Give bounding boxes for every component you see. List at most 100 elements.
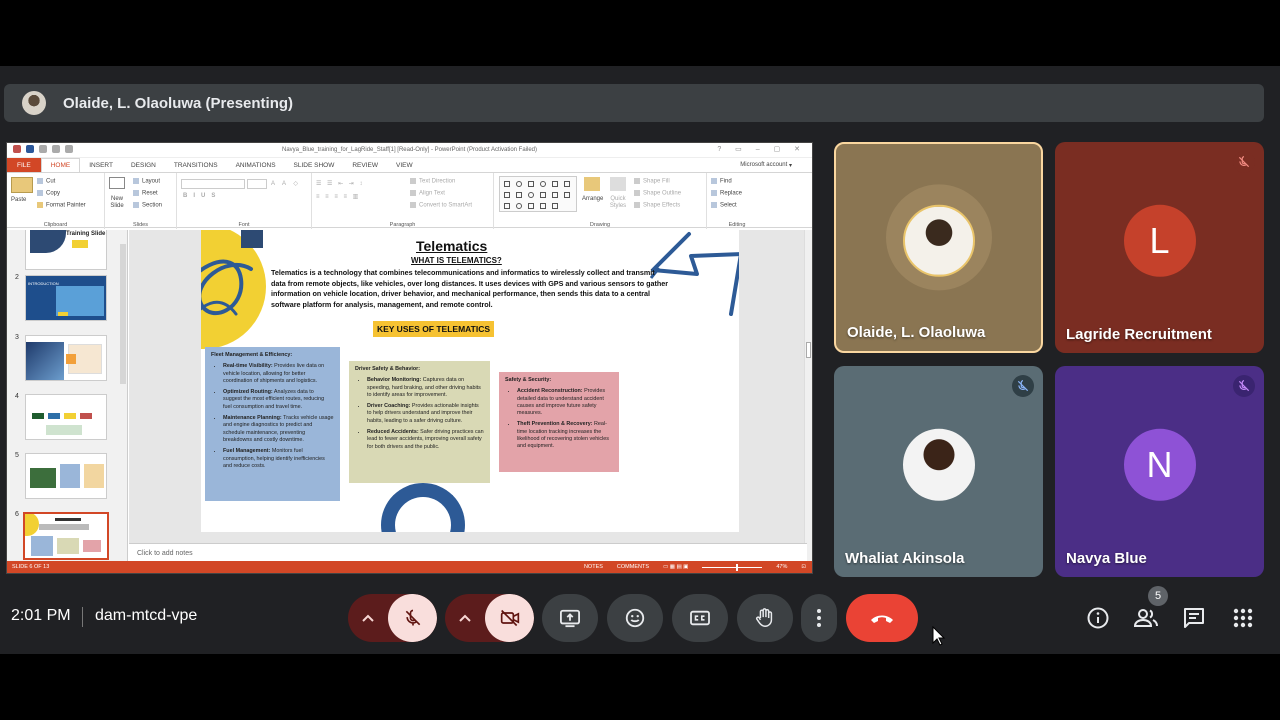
comments-button[interactable]: COMMENTS	[617, 564, 649, 570]
format-painter-button[interactable]: Format Painter	[37, 202, 86, 209]
window-controls[interactable]: ? ▭ – ▢ ✕	[717, 145, 806, 153]
reset-button[interactable]: Reset	[133, 190, 158, 197]
slide-subtitle: WHAT IS TELEMATICS?	[411, 256, 502, 265]
slide-canvas[interactable]: Telematics WHAT IS TELEMATICS? Telematic…	[201, 230, 739, 532]
quick-access-toolbar[interactable]	[13, 145, 73, 153]
shape-outline-button[interactable]: Shape Outline	[634, 190, 681, 197]
panel-scrollbar[interactable]	[120, 244, 126, 384]
present-button[interactable]	[542, 594, 598, 642]
activities-button[interactable]	[1229, 604, 1257, 632]
cut-button[interactable]: Cut	[37, 178, 55, 185]
card-heading: Driver Safety & Behavior:	[355, 366, 421, 372]
people-icon	[1133, 609, 1158, 627]
chat-button[interactable]	[1180, 604, 1208, 632]
mic-toggle-button[interactable]	[388, 594, 437, 642]
zoom-slider[interactable]	[702, 563, 763, 571]
account-menu[interactable]: Microsoft account ▾	[740, 158, 812, 172]
slide-thumb-4[interactable]	[25, 394, 107, 440]
arrange-button[interactable]: Arrange	[582, 196, 603, 202]
slide-thumb-6[interactable]	[23, 512, 109, 560]
participant-tile-whaliat[interactable]: Whaliat Akinsola	[834, 366, 1043, 577]
tab-review[interactable]: REVIEW	[343, 158, 387, 172]
thumb-caption: INTRODUCTION	[28, 281, 59, 286]
replace-button[interactable]: Replace	[711, 190, 742, 197]
shapes-gallery[interactable]	[499, 176, 577, 212]
participant-tile-lagride[interactable]: L Lagride Recruitment	[1055, 142, 1264, 353]
camera-toggle-button[interactable]	[485, 594, 534, 642]
people-button[interactable]	[1132, 604, 1160, 632]
slides-panel[interactable]: Training Slide 2 INTRODUCTION 3 4 5 6	[7, 230, 128, 563]
mic-off-icon	[1233, 375, 1255, 397]
select-button[interactable]: Select	[711, 202, 737, 209]
notes-button[interactable]: NOTES	[584, 564, 603, 570]
ribbon: Paste Cut Copy Format Painter Clipboard …	[7, 172, 812, 229]
section-button[interactable]: Section	[133, 202, 162, 209]
font-size-input[interactable]	[247, 179, 267, 189]
tab-transitions[interactable]: TRANSITIONS	[165, 158, 227, 172]
paste-button[interactable]: Paste	[11, 197, 26, 203]
arrange-icon[interactable]	[584, 177, 600, 191]
editor-scrollbar[interactable]	[804, 230, 812, 563]
slide-thumb-1[interactable]: Training Slide	[25, 230, 107, 270]
participant-tile-navya[interactable]: N Navya Blue	[1055, 366, 1264, 577]
editing-group: Find Replace Select Editing	[707, 173, 767, 229]
tab-animations[interactable]: ANIMATIONS	[227, 158, 285, 172]
meeting-details-button[interactable]	[1084, 604, 1112, 632]
text-direction-button[interactable]: Text Direction	[410, 178, 455, 185]
slide-thumb-5[interactable]	[25, 453, 107, 499]
leave-call-button[interactable]	[846, 594, 918, 642]
layout-button[interactable]: Layout	[133, 178, 160, 185]
info-icon	[1087, 607, 1109, 629]
format-buttons[interactable]: BIUS	[183, 193, 221, 199]
tab-file[interactable]: FILE	[7, 158, 41, 172]
paste-icon[interactable]	[11, 177, 33, 193]
slides-group: New Slide Layout Reset Section Slides	[105, 173, 177, 229]
slide-thumb-2[interactable]: INTRODUCTION	[25, 275, 107, 321]
align-buttons[interactable]: ≡ ≡ ≡ ≡ ▥	[316, 193, 360, 200]
shared-screen[interactable]: Navya_Blue_training_for_LagRide_Staff[1]…	[6, 142, 813, 574]
underline-button[interactable]: U	[201, 193, 211, 199]
new-slide-button[interactable]: New Slide	[106, 196, 128, 210]
convert-smartart-button[interactable]: Convert to SmartArt	[410, 202, 472, 209]
shape-effects-button[interactable]: Shape Effects	[634, 202, 680, 209]
captions-button[interactable]	[672, 594, 728, 642]
slide-thumb-3[interactable]	[25, 335, 107, 381]
avatar: L	[1123, 204, 1196, 277]
find-button[interactable]: Find	[711, 178, 732, 185]
tab-insert[interactable]: INSERT	[80, 158, 122, 172]
view-buttons[interactable]: ▭ ▦ ▤ ▣	[663, 564, 688, 570]
raise-hand-button[interactable]	[737, 594, 793, 642]
fit-slide-icon[interactable]: ⊡	[801, 564, 806, 570]
font-name-input[interactable]	[181, 179, 245, 189]
list-buttons[interactable]: ☰ ☰ ⇤ ⇥ ↕	[316, 180, 364, 187]
copy-button[interactable]: Copy	[37, 190, 60, 197]
tab-home[interactable]: HOME	[40, 158, 81, 172]
bold-button[interactable]: B	[183, 193, 193, 199]
list-item: Reduced Accidents: Safer driving practic…	[367, 429, 484, 451]
paragraph-group: ☰ ☰ ⇤ ⇥ ↕ ≡ ≡ ≡ ≡ ▥ Text Direction Align…	[312, 173, 494, 229]
video-control-group	[445, 594, 534, 642]
video-options-button[interactable]	[445, 594, 485, 642]
avatar: N	[1123, 428, 1196, 501]
slide-editor[interactable]: Telematics WHAT IS TELEMATICS? Telematic…	[129, 230, 807, 555]
shape-fill-button[interactable]: Shape Fill	[634, 178, 670, 185]
audio-options-button[interactable]	[348, 594, 388, 642]
tab-design[interactable]: DESIGN	[122, 158, 165, 172]
align-text-button[interactable]: Align Text	[410, 190, 445, 197]
tab-view[interactable]: VIEW	[387, 158, 422, 172]
strike-button[interactable]: S	[211, 193, 221, 199]
new-slide-icon[interactable]	[109, 177, 125, 189]
more-options-button[interactable]	[801, 594, 837, 642]
tab-slide-show[interactable]: SLIDE SHOW	[285, 158, 344, 172]
font-size-buttons[interactable]: A A ◇	[271, 180, 301, 187]
zoom-level[interactable]: 47%	[776, 564, 787, 570]
quick-styles-button[interactable]: Quick Styles	[607, 196, 629, 210]
italic-button[interactable]: I	[193, 193, 201, 199]
participant-tile-olaide[interactable]: Olaide, L. Olaoluwa	[834, 142, 1043, 353]
drawing-group: Arrange Quick Styles Shape Fill Shape Ou…	[494, 173, 707, 229]
quick-styles-icon[interactable]	[610, 177, 626, 191]
slide-body: Telematics is a technology that combines…	[271, 268, 669, 309]
reactions-button[interactable]	[607, 594, 663, 642]
notes-input[interactable]: Click to add notes	[129, 543, 807, 563]
font-group: A A ◇ BIUS Font	[177, 173, 312, 229]
